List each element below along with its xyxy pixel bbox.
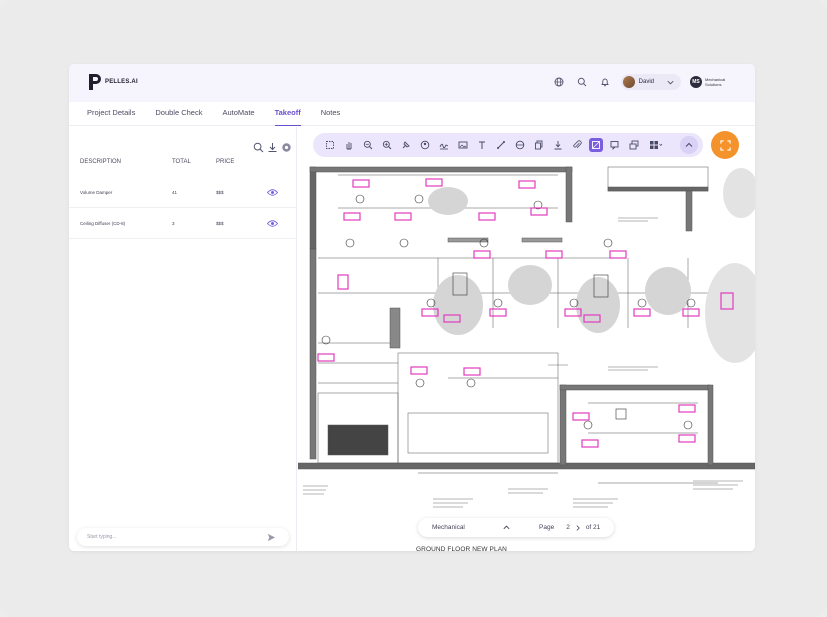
comment-icon[interactable]	[608, 138, 622, 152]
row-description: Volume Damper	[80, 189, 113, 195]
chevron-up-icon[interactable]	[502, 523, 511, 532]
pelles-logo-icon	[89, 74, 101, 90]
chevron-down-icon[interactable]	[666, 78, 675, 87]
layers-icon[interactable]	[627, 138, 641, 152]
markup-toolbar	[313, 133, 703, 157]
bell-icon[interactable]	[598, 75, 612, 89]
logo[interactable]: PELLES.AI	[87, 73, 138, 91]
chevron-right-icon[interactable]	[574, 524, 582, 532]
page-total: of 21	[585, 524, 601, 531]
org-logo-icon: MS	[690, 76, 702, 88]
globe-icon[interactable]	[552, 75, 566, 89]
gear-icon[interactable]	[281, 140, 292, 152]
top-bar: PELLES.AI David MS Mechanical Solutions	[69, 64, 755, 102]
chevron-up-icon	[685, 142, 693, 147]
pin-icon[interactable]	[399, 138, 413, 152]
page-number-input[interactable]: 2	[566, 524, 570, 531]
column-price: PRICE	[216, 159, 235, 165]
discipline-select[interactable]: Mechanical	[432, 524, 502, 531]
eye-icon[interactable]	[267, 188, 278, 196]
tab-double-check[interactable]: Double Check	[155, 102, 202, 126]
column-total: TOTAL	[172, 159, 191, 165]
org-name: Mechanical Solutions	[705, 77, 726, 87]
chat-box[interactable]	[77, 528, 289, 546]
pan-icon[interactable]	[342, 138, 356, 152]
table-header: DESCRIPTION TOTAL PRICE	[80, 159, 290, 165]
tab-automate[interactable]: AutoMate	[222, 102, 254, 126]
user-name: David	[638, 79, 654, 85]
row-total: 41	[172, 189, 178, 195]
attach-icon[interactable]	[570, 138, 584, 152]
chat-input[interactable]	[87, 534, 267, 540]
fullscreen-button[interactable]	[711, 131, 739, 159]
page-label: Page	[539, 524, 555, 531]
search-icon[interactable]	[253, 140, 264, 153]
grid-icon[interactable]	[646, 138, 666, 152]
area-icon[interactable]	[589, 138, 603, 152]
download-icon[interactable]	[551, 138, 565, 152]
table-row[interactable]: Ceiling Diffuser (CD-8) 3 $$$	[69, 208, 297, 239]
tab-project-details[interactable]: Project Details	[87, 102, 135, 126]
text-icon[interactable]	[475, 138, 489, 152]
send-icon[interactable]	[267, 533, 276, 542]
panel-tools	[253, 140, 292, 153]
drawing-viewer[interactable]	[298, 127, 755, 551]
line-icon[interactable]	[494, 138, 508, 152]
stamp-icon[interactable]	[418, 138, 432, 152]
tab-takeoff[interactable]: Takeoff	[274, 102, 301, 126]
download-icon[interactable]	[267, 140, 278, 152]
zoom-out-icon[interactable]	[361, 138, 375, 152]
signature-icon[interactable]	[437, 138, 451, 152]
eye-icon[interactable]	[267, 219, 278, 227]
floor-plan[interactable]	[298, 163, 755, 551]
brand-name: PELLES.AI	[105, 79, 138, 85]
row-description: Ceiling Diffuser (CD-8)	[80, 220, 126, 226]
app-window: PELLES.AI David MS Mechanical Solutions	[69, 64, 755, 551]
page-navigator: Mechanical Page 2 of 21	[418, 518, 614, 537]
organization[interactable]: MS Mechanical Solutions	[690, 76, 729, 88]
search-icon[interactable]	[575, 75, 589, 89]
tab-notes[interactable]: Notes	[321, 102, 341, 126]
table-row[interactable]: Volume Damper 41 $$$	[69, 177, 297, 208]
select-icon[interactable]	[323, 138, 337, 152]
measure-icon[interactable]	[513, 138, 527, 152]
tab-bar: Project Details Double Check AutoMate Ta…	[69, 102, 755, 126]
copy-icon[interactable]	[532, 138, 546, 152]
row-price: $$$	[216, 189, 224, 195]
user-menu[interactable]: David	[620, 74, 681, 90]
image-icon[interactable]	[456, 138, 470, 152]
column-description: DESCRIPTION	[80, 159, 122, 165]
collapse-toolbar-button[interactable]	[680, 136, 698, 154]
row-price: $$$	[216, 220, 224, 226]
zoom-in-icon[interactable]	[380, 138, 394, 152]
header-actions: David MS Mechanical Solutions	[552, 74, 729, 90]
avatar	[622, 76, 635, 88]
row-total: 3	[172, 220, 175, 226]
expand-icon	[719, 139, 731, 151]
